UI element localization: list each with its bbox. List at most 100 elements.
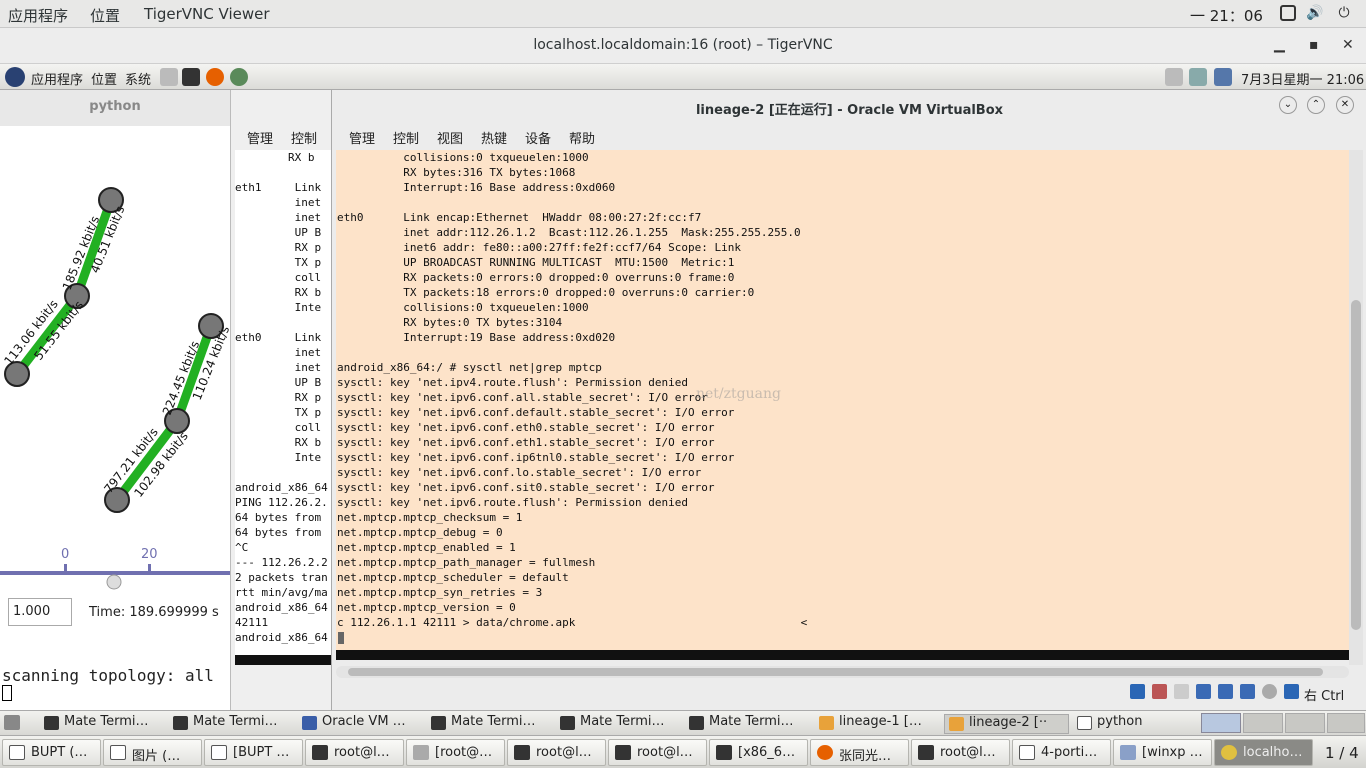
window-list-icon[interactable] — [1280, 5, 1296, 21]
taskbar-item[interactable]: Mate Termi… — [169, 714, 294, 734]
terminal-line: sysctl: key 'net.ipv6.conf.eth1.stable_s… — [337, 436, 715, 449]
remote-places-menu[interactable]: 位置 — [91, 69, 117, 88]
maximize-icon[interactable]: ▪ — [1309, 37, 1319, 53]
mid-menu-control[interactable]: 控制 — [291, 128, 317, 147]
terminal-line: TX p — [235, 256, 322, 269]
taskbar-item[interactable]: root@l… — [507, 739, 606, 766]
terminal-icon[interactable] — [182, 68, 200, 86]
watermark: net/ztguang — [696, 386, 781, 402]
vbox-menu-devices[interactable]: 设备 — [525, 128, 551, 147]
network-icon[interactable] — [230, 68, 248, 86]
keyboard-icon[interactable] — [1165, 68, 1183, 86]
taskbar-item[interactable]: python — [1073, 714, 1198, 734]
launcher-icon[interactable] — [160, 68, 178, 86]
terminal-line: inet6 addr: fe80::a00:27ff:fe2f:ccf7/64 … — [337, 241, 741, 254]
vnc-titlebar: localhost.localdomain:16 (root) – TigerV… — [0, 28, 1366, 64]
vbox-menu-help[interactable]: 帮助 — [569, 128, 595, 147]
vbox-menu-view[interactable]: 视图 — [437, 128, 463, 147]
remote-datetime[interactable]: 7月3日星期一 21:06 — [1241, 69, 1364, 88]
minimize-icon[interactable]: ⌄ — [1279, 96, 1297, 114]
mid-menu-manage[interactable]: 管理 — [247, 128, 273, 147]
network-tray-icon[interactable] — [1214, 68, 1232, 86]
taskbar-item[interactable]: lineage-1 [… — [815, 714, 940, 734]
top-panel: 应用程序 位置 TigerVNC Viewer 一 21：06 🔊 ⏻ — [0, 0, 1366, 28]
vm-vertical-scrollbar[interactable] — [1349, 150, 1363, 665]
terminal-line: RX b — [235, 151, 315, 164]
minimize-icon[interactable]: ▁ — [1274, 37, 1285, 53]
taskbar-item[interactable]: Mate Termi… — [427, 714, 552, 734]
taskbar-item[interactable]: Oracle VM … — [298, 714, 423, 734]
vbox-menu-hotkey[interactable]: 热键 — [481, 128, 507, 147]
firefox-icon[interactable] — [206, 68, 224, 86]
vbox-menu-manage[interactable]: 管理 — [349, 128, 375, 147]
topology-canvas[interactable]: 113.06 kbit/s 185.92 kbit/s 40.51 kbit/s… — [0, 126, 230, 666]
taskbar-item-active[interactable]: localho… — [1214, 739, 1313, 766]
terminal-line: coll — [235, 271, 322, 284]
terminal-line: collisions:0 txqueuelen:1000 — [337, 301, 589, 314]
terminal-line: android_x86_64 — [235, 601, 328, 614]
speed-spinbox[interactable]: 1.000 — [8, 598, 72, 626]
terminal-line: net.mptcp.mptcp_enabled = 1 — [337, 541, 516, 554]
close-icon[interactable]: ✕ — [1342, 37, 1354, 53]
taskbar-item[interactable]: root@l… — [608, 739, 707, 766]
shared-folder-icon[interactable] — [1218, 684, 1233, 699]
taskbar-item[interactable]: 4-porti… — [1012, 739, 1111, 766]
vbox-menu-control[interactable]: 控制 — [393, 128, 419, 147]
remote-applications-menu[interactable]: 应用程序 — [31, 69, 83, 88]
volume-icon[interactable] — [1189, 68, 1207, 86]
terminal-cursor — [338, 632, 344, 644]
pager-workspace[interactable] — [1243, 713, 1283, 733]
terminal-line: RX p — [235, 391, 322, 404]
taskbar-item[interactable]: root@l… — [911, 739, 1010, 766]
taskbar-item[interactable]: root@l… — [305, 739, 404, 766]
optical-status-icon[interactable] — [1152, 684, 1167, 699]
maximize-icon[interactable]: ⌃ — [1307, 96, 1325, 114]
terminal-line: inet — [235, 211, 322, 224]
vm-screen[interactable]: collisions:0 txqueuelen:1000 RX bytes:31… — [336, 150, 1349, 660]
recording-icon[interactable] — [1262, 684, 1277, 699]
pager-workspace[interactable] — [1201, 713, 1241, 733]
terminal-line: eth0 Link — [235, 331, 322, 344]
fedora-logo-icon[interactable] — [5, 67, 25, 87]
taskbar-item-active[interactable]: lineage-2 [·· — [944, 714, 1069, 734]
places-menu[interactable]: 位置 — [90, 5, 120, 26]
taskbar-item[interactable]: Mate Termi… — [556, 714, 681, 734]
pager-workspace[interactable] — [1327, 713, 1365, 733]
pager-workspace[interactable] — [1285, 713, 1325, 733]
power-icon[interactable]: ⏻ — [1336, 5, 1352, 21]
taskbar-item[interactable]: 图片 (… — [103, 739, 202, 766]
show-desktop-icon[interactable] — [4, 715, 20, 730]
network-status-icon[interactable] — [1196, 684, 1211, 699]
terminal-line: RX b — [235, 436, 322, 449]
close-icon[interactable]: ✕ — [1336, 96, 1354, 114]
terminal-line: inet — [235, 361, 322, 374]
terminal-line: eth1 Link — [235, 181, 322, 194]
workspace-indicator[interactable]: 1 / 4 — [1325, 744, 1359, 762]
display-status-icon[interactable] — [1240, 684, 1255, 699]
usb-status-icon[interactable] — [1174, 684, 1189, 699]
taskbar-item[interactable]: 张同光… — [810, 739, 909, 766]
taskbar-item[interactable]: [BUPT … — [204, 739, 303, 766]
disk-status-icon[interactable] — [1130, 684, 1145, 699]
taskbar-item[interactable]: BUPT (… — [2, 739, 101, 766]
active-app-name[interactable]: TigerVNC Viewer — [144, 5, 270, 23]
terminal-line: net.mptcp.mptcp_version = 0 — [337, 601, 516, 614]
clock[interactable]: 一 21：06 — [1190, 5, 1263, 26]
taskbar-item[interactable]: [winxp … — [1113, 739, 1212, 766]
taskbar-item[interactable]: Mate Termi… — [685, 714, 810, 734]
terminal-line: rtt min/avg/ma — [235, 586, 328, 599]
axis-tick: 0 — [61, 547, 69, 562]
terminal-line: net.mptcp.mptcp_scheduler = default — [337, 571, 569, 584]
vm-horizontal-scrollbar[interactable] — [336, 666, 1349, 678]
taskbar-item[interactable]: [x86_6… — [709, 739, 808, 766]
keyboard-capture-icon[interactable] — [1284, 684, 1299, 699]
applications-menu[interactable]: 应用程序 — [8, 5, 68, 26]
terminal-line: net.mptcp.mptcp_debug = 0 — [337, 526, 503, 539]
volume-icon[interactable]: 🔊 — [1306, 5, 1323, 21]
terminal-line: inet — [235, 346, 322, 359]
remote-system-menu[interactable]: 系统 — [125, 69, 151, 88]
taskbar-item[interactable]: [root@… — [406, 739, 505, 766]
taskbar-item[interactable]: Mate Termi… — [40, 714, 165, 734]
